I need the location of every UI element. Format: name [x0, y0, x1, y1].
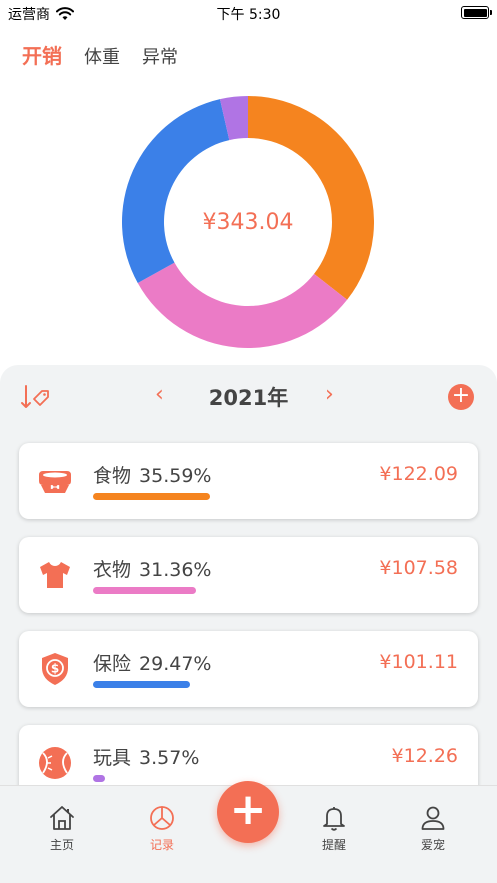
total-amount: ¥343.04 — [202, 209, 294, 235]
tab-label: 爱宠 — [420, 838, 445, 852]
category-percent: 29.47% — [139, 653, 212, 675]
status-bar: 运营商 下午 5:30 — [0, 0, 497, 26]
shield-dollar-icon: $ — [42, 653, 68, 685]
tab-records[interactable]: 记录 — [127, 804, 197, 853]
home-icon — [50, 806, 74, 830]
category-card-insurance[interactable]: $ 保险 29.47% ¥101.11 — [19, 631, 478, 707]
tab-expense[interactable]: 开销 — [22, 40, 62, 69]
category-label: 食物 35.59% — [93, 461, 211, 488]
tab-pets[interactable]: 爱宠 — [398, 804, 468, 853]
next-year-button[interactable]: › — [325, 382, 334, 407]
bell-icon — [323, 807, 345, 831]
expense-donut-chart: ¥343.04 — [122, 96, 374, 348]
tab-abnormal[interactable]: 异常 — [142, 43, 178, 69]
category-label: 玩具 3.57% — [93, 743, 199, 770]
category-progress-bar — [93, 493, 210, 500]
year-label: 2021年 — [208, 386, 289, 410]
add-record-fab[interactable]: + — [217, 781, 279, 843]
category-card-clothing[interactable]: 衣物 31.36% ¥107.58 — [19, 537, 478, 613]
ball-icon — [39, 747, 71, 779]
category-percent: 31.36% — [139, 559, 212, 581]
category-progress-bar — [93, 587, 196, 594]
category-percent: 3.57% — [139, 747, 200, 769]
add-expense-button[interactable]: + — [448, 384, 474, 410]
category-name: 玩具 — [93, 747, 132, 769]
user-icon — [421, 806, 445, 830]
year-navigator: ‹ 2021年 › + — [0, 380, 497, 412]
svg-text:$: $ — [51, 662, 59, 676]
category-progress-bar — [93, 681, 190, 688]
category-card-food[interactable]: 食物 35.59% ¥122.09 — [19, 443, 478, 519]
tab-weight[interactable]: 体重 — [84, 43, 120, 69]
pet-bowl-icon — [39, 471, 71, 493]
category-progress-bar — [93, 775, 105, 782]
battery-icon — [461, 6, 492, 19]
category-label: 衣物 31.36% — [93, 555, 211, 582]
category-name: 保险 — [93, 653, 132, 675]
tab-label: 记录 — [149, 838, 174, 852]
pie-chart-icon — [150, 806, 174, 830]
segment-tabs: 开销 体重 异常 — [22, 40, 178, 69]
status-time: 下午 5:30 — [216, 7, 281, 23]
tab-home[interactable]: 主页 — [27, 804, 97, 853]
plus-icon: + — [229, 784, 267, 835]
category-amount: ¥107.58 — [379, 557, 458, 579]
tab-reminders[interactable]: 提醒 — [299, 804, 369, 853]
category-amount: ¥12.26 — [391, 745, 458, 767]
tab-label: 提醒 — [321, 838, 346, 852]
shirt-icon — [40, 562, 70, 588]
category-label: 保险 29.47% — [93, 649, 211, 676]
category-name: 食物 — [93, 465, 132, 487]
category-name: 衣物 — [93, 559, 132, 581]
category-amount: ¥122.09 — [379, 463, 458, 485]
category-percent: 35.59% — [139, 465, 212, 487]
tab-label: 主页 — [49, 838, 74, 852]
category-list: 食物 35.59% ¥122.09 衣物 31.36% ¥107.58 $ 保险 29… — [19, 443, 478, 819]
category-panel: ‹ 2021年 › + 食物 35.59% ¥122.09 衣物 31.36% ¥1… — [0, 365, 497, 801]
category-amount: ¥101.11 — [379, 651, 458, 673]
